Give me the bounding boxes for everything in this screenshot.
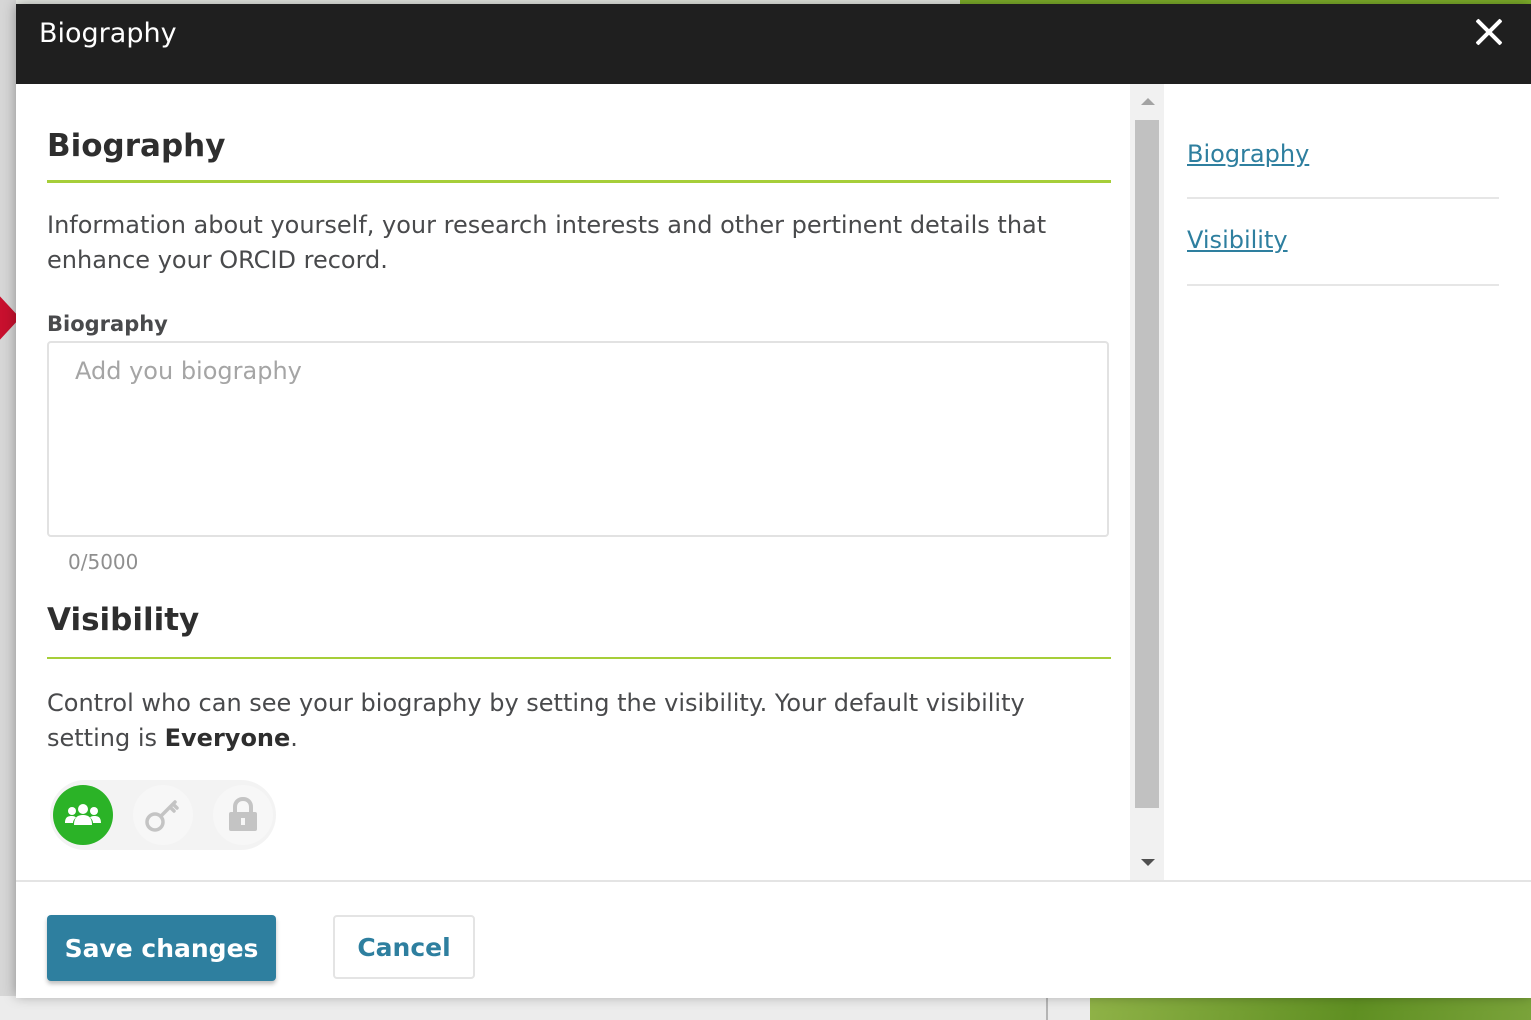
biography-description: Information about yourself, your researc… [47,211,1047,274]
modal-footer: Save changes Cancel [16,880,1531,998]
content-scrollbar[interactable] [1130,84,1164,880]
side-nav-link-biography[interactable]: Biography [1187,140,1309,168]
scroll-thumb[interactable] [1135,120,1159,808]
lock-icon [229,797,257,831]
visibility-selector [50,780,276,850]
side-nav-link-visibility[interactable]: Visibility [1187,226,1288,254]
visibility-everyone-button[interactable] [53,785,113,845]
close-icon[interactable] [1473,16,1505,48]
background-page-left [0,0,16,1020]
visibility-private-button[interactable] [213,785,273,845]
users-icon [65,804,101,825]
biography-modal: Biography Biography Information about yo… [16,4,1531,998]
default-visibility-value: Everyone [164,724,291,752]
visibility-description: Control who can see your biography by se… [47,686,1097,756]
scroll-up-arrow-icon[interactable] [1141,98,1155,105]
modal-header: Biography [16,4,1531,84]
scroll-down-arrow-icon[interactable] [1141,859,1155,866]
biography-heading-rule [47,180,1111,183]
biography-field-label: Biography [47,312,168,336]
visibility-heading-rule [47,657,1111,659]
visibility-trusted-button[interactable] [133,785,193,845]
biography-heading: Biography [47,128,226,164]
visibility-description-end: . [290,724,298,752]
character-count: 0/5000 [68,550,139,574]
side-nav-divider [1187,284,1499,286]
modal-title: Biography [39,18,177,49]
background-page-graphic [1090,996,1531,1020]
cancel-button[interactable]: Cancel [333,915,475,979]
key-icon [145,800,179,832]
biography-textarea[interactable] [47,341,1109,537]
visibility-heading: Visibility [47,602,200,638]
background-divider [1046,996,1048,1020]
save-changes-button[interactable]: Save changes [47,915,276,981]
side-nav-divider [1187,197,1499,199]
